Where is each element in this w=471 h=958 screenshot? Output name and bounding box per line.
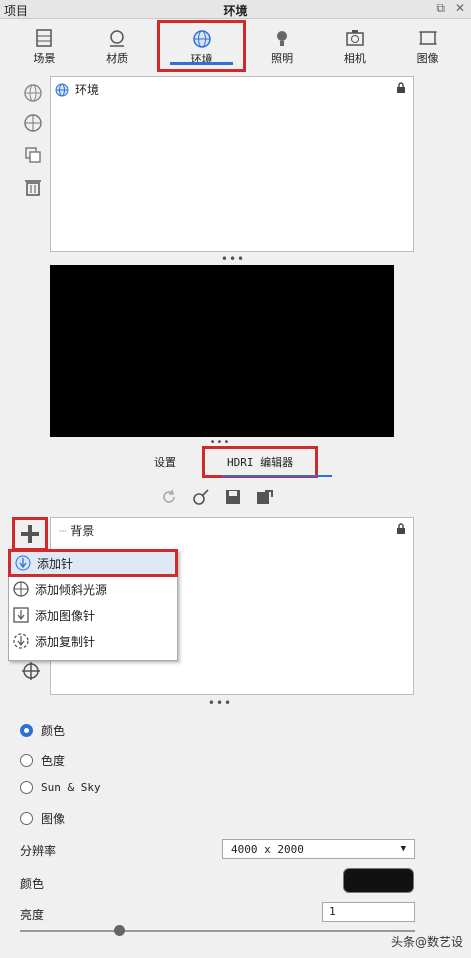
radio-sun-sky[interactable]: Sun & Sky [20,781,101,794]
save-as-icon[interactable] [256,488,274,506]
color-label: 颜色 [20,877,45,891]
tilted-light-icon [13,581,29,597]
bulb-icon [277,31,288,46]
crosshair-button[interactable] [18,658,44,684]
radio-image[interactable]: 图像 [20,810,65,827]
tab-label: 照明 [271,52,294,65]
duplicate-environment-button[interactable] [20,110,46,136]
save-icon[interactable] [224,488,242,506]
image-icon [418,31,437,45]
globe-icon [192,30,211,48]
title-bar: 项目 环境 ⧉ ✕ [0,0,471,19]
lock-icon[interactable] [395,82,407,94]
copy-pin-icon [13,633,29,649]
camera-icon [346,30,364,46]
category-tabs: 场景 材质 环境 照明 相机 图像 [8,20,464,72]
radio-button[interactable] [20,754,33,767]
menu-item-add-copy-pin[interactable]: 添加复制针 [9,628,177,654]
brightness-slider-track[interactable] [20,925,415,936]
brightness-input[interactable]: 1 [322,902,415,922]
tab-lighting[interactable]: 照明 [246,24,319,72]
menu-label: 添加针 [37,556,74,571]
radio-chroma[interactable]: 色度 [20,752,65,769]
tree-item-background[interactable]: ┈ 背景 [51,518,413,543]
tab-hdri-editor[interactable]: HDRI 编辑器 [202,446,319,478]
active-tab-underline [170,62,233,65]
hdri-preview[interactable] [50,265,394,437]
tree-line: ┈ [59,523,67,538]
tree-resize-handle[interactable]: ••• [190,696,250,710]
tab-scene[interactable]: 场景 [8,24,81,72]
environment-list-item[interactable]: 环境 [51,77,413,102]
panel-title: 环境 [223,4,248,18]
brightness-slider-handle[interactable] [113,925,125,936]
tab-settings[interactable]: 设置 [140,452,190,474]
menu-label: 添加倾斜光源 [35,582,108,597]
scene-icon [36,29,53,47]
copy-icon [25,147,41,163]
globe-icon [55,83,69,96]
menu-item-add-image-pin[interactable]: 添加图像针 [9,602,177,628]
tab-image[interactable]: 图像 [391,24,464,72]
tab-environment[interactable]: 环境 [157,20,246,72]
radio-button[interactable] [20,724,33,737]
image-pin-icon [13,607,29,623]
menu-label: 添加图像针 [35,608,96,623]
tab-label: 图像 [416,52,439,65]
add-menu: 添加针 添加倾斜光源 添加图像针 添加复制针 [8,549,178,661]
globe-plus-icon [24,114,42,132]
radio-button[interactable] [20,781,33,794]
delete-environment-button[interactable] [20,174,46,200]
refresh-icon[interactable] [160,488,178,506]
resolution-label: 分辨率 [20,844,57,858]
radio-label: 图像 [41,812,66,826]
resolution-value: 4000 x 2000 [231,842,304,856]
add-environment-button[interactable] [20,80,46,106]
material-icon [110,30,125,47]
brightness-label: 亮度 [20,908,45,922]
tab-material[interactable]: 材质 [81,24,154,72]
radio-label: 色度 [41,754,66,768]
menu-label: 添加复制针 [35,634,96,649]
close-icon[interactable]: ✕ [455,1,465,16]
watermark: 头条@数艺设 [390,935,463,949]
tab-label: 场景 [33,52,56,65]
tab-label: 相机 [343,52,366,65]
resolution-select[interactable]: 4000 x 2000 ▼ [222,839,415,859]
chevron-down-icon: ▼ [400,844,406,854]
pin-icon [15,555,31,571]
globe-add-icon [24,84,42,102]
tab-label: 材质 [106,52,129,65]
lock-icon[interactable] [395,523,407,535]
hdri-toolbar [160,488,274,506]
add-pin-button[interactable] [12,517,48,551]
subtabs: 设置 HDRI 编辑器 [130,446,319,478]
restore-icon[interactable]: ⧉ [436,1,445,16]
radio-color[interactable]: 颜色 [20,722,65,739]
radio-label: 颜色 [41,724,66,738]
resize-handle[interactable]: ••• [203,252,263,266]
crosshair-icon [22,662,40,680]
environment-name: 环境 [75,83,100,97]
copy-environment-button[interactable] [20,142,46,168]
menu-item-add-pin[interactable]: 添加针 [8,549,178,577]
color-swatch[interactable] [343,868,414,893]
tab-camera[interactable]: 相机 [319,24,392,72]
radio-label: Sun & Sky [41,781,101,794]
hdri-tab-underline [222,475,332,477]
paint-icon[interactable] [192,488,210,506]
trash-icon [25,180,41,196]
tree-item-label: 背景 [70,524,95,538]
environment-list: 环境 [50,76,414,252]
menu-item-add-tilted-light[interactable]: 添加倾斜光源 [9,576,177,602]
add-icon [21,525,39,543]
radio-button[interactable] [20,812,33,825]
